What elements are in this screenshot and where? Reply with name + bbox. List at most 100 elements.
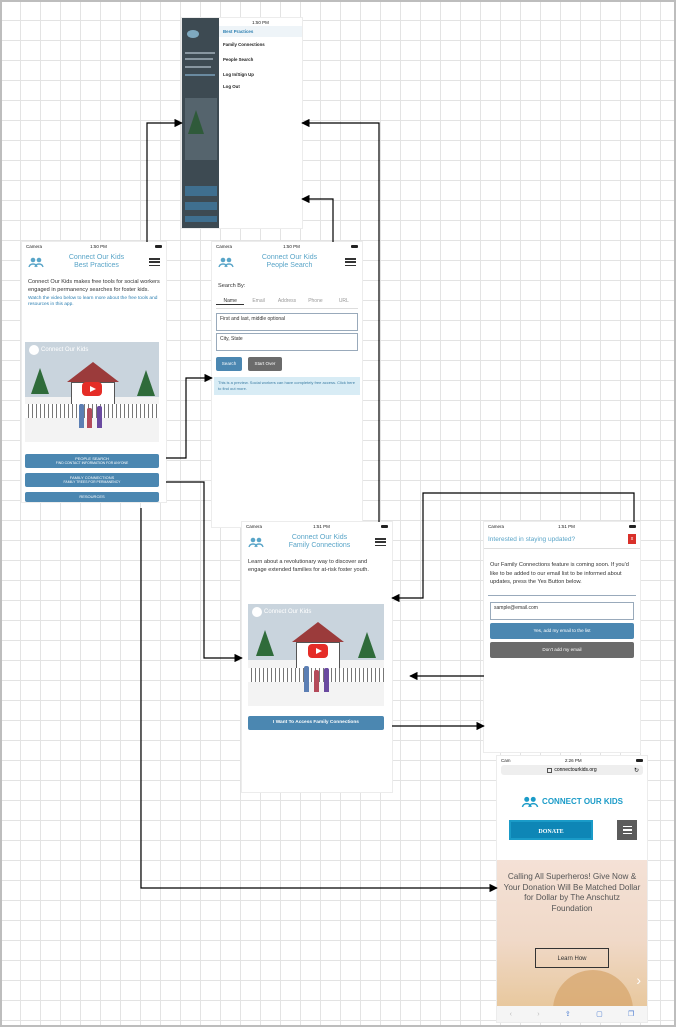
menu-item-family-connections[interactable]: Family Connections (219, 37, 302, 52)
modal-body: Our Family Connections feature is coming… (490, 562, 629, 585)
button-label: RESOURCES (79, 494, 105, 499)
access-family-connections-button[interactable]: I Want To Access Family Connections (248, 716, 384, 730)
status-carrier: Camera (488, 523, 505, 529)
hamburger-icon[interactable] (345, 258, 356, 266)
dont-add-email-button[interactable]: Don't add my email (490, 641, 634, 658)
menu-item-best-practices[interactable]: Best Practices (219, 26, 302, 37)
status-carrier: Camera (246, 523, 263, 529)
page-title: Connect Our Kids Family Connections (264, 534, 375, 550)
brand-row: CONNECT OUR KIDS (497, 795, 647, 808)
intro-text: Learn about a revolutionary way to disco… (248, 559, 369, 573)
modal-title: Interested in staying updated? (488, 535, 576, 543)
status-bar: 1:50 PM (219, 18, 302, 26)
tab-url[interactable]: URL (330, 298, 358, 305)
video-player[interactable]: Connect Our Kids (248, 604, 384, 706)
carousel-next-icon[interactable]: › (636, 972, 641, 988)
resources-button[interactable]: RESOURCES (25, 492, 159, 502)
status-time: 1:50 PM (90, 243, 107, 249)
menu-item-label: Log Out (223, 84, 240, 89)
menu-background-app (182, 18, 219, 228)
button-label: FAMILY CONNECTIONS (69, 475, 115, 480)
menu-item-login[interactable]: Log In/Sign Up (219, 67, 302, 82)
menu-screen: 1:50 PM Best Practices Family Connection… (182, 18, 302, 228)
city-input[interactable]: City, State (216, 333, 358, 351)
menu-item-logout[interactable]: Log Out (219, 82, 302, 91)
logo-icon (248, 536, 264, 548)
brand-logo-icon (521, 796, 539, 808)
modal-header: Interested in staying updated? x (484, 530, 640, 549)
button-label: PEOPLE SEARCH (75, 456, 109, 461)
play-icon[interactable] (82, 382, 102, 396)
title-line-1: Connect Our Kids (68, 254, 125, 261)
menu-item-label: People Search (223, 57, 254, 62)
browser-toolbar: ‹ › ⇪ ▢ ❐ (497, 1006, 647, 1022)
close-button[interactable]: x (628, 534, 636, 544)
battery-icon (629, 524, 636, 528)
browser-url-bar[interactable]: connectourkids.org ↻ (501, 765, 643, 775)
tabs-icon[interactable]: ❐ (628, 1010, 634, 1018)
tab-email[interactable]: Email (244, 298, 272, 305)
play-icon[interactable] (308, 644, 328, 658)
channel-icon (252, 607, 262, 617)
video-prompt: Watch the video below to learn more abou… (28, 296, 158, 307)
status-carrier: Camera (26, 243, 43, 249)
button-label: DONATE (538, 829, 564, 835)
arrow-people-search-button (166, 373, 213, 459)
battery-icon (155, 244, 162, 248)
lock-icon (547, 767, 553, 773)
menu-item-people-search[interactable]: People Search (219, 52, 302, 67)
people-search-button[interactable]: PEOPLE SEARCH FIND CONTACT INFORMATION F… (25, 454, 159, 468)
title-line-2: Family Connections (288, 542, 351, 549)
email-value: sample@email.com (494, 604, 538, 611)
url-text: connectourkids.org (554, 767, 597, 773)
button-label: I Want To Access Family Connections (273, 720, 359, 725)
battery-icon (381, 524, 388, 528)
button-label: Search (221, 361, 237, 366)
status-time: 1:51 PM (558, 523, 575, 529)
hero-banner: Calling All Superheros! Give Now & Your … (497, 860, 647, 1006)
status-bar: Camera 1:50 PM (212, 242, 362, 250)
tab-phone[interactable]: Phone (301, 298, 329, 305)
title-line-1: Connect Our Kids (261, 254, 318, 261)
status-bar: Camera 1:51 PM (484, 522, 640, 530)
yes-add-email-button[interactable]: Yes, add my email to the list (490, 622, 634, 639)
hamburger-icon[interactable] (375, 538, 386, 546)
status-carrier: Cam (501, 757, 511, 763)
arrow-people-search-to-menu (301, 194, 334, 242)
title-line-2: People Search (266, 262, 313, 269)
hamburger-icon[interactable] (149, 258, 160, 266)
back-icon[interactable]: ‹ (510, 1011, 512, 1018)
preview-notice[interactable]: This is a preview. Social workers can ha… (214, 377, 360, 395)
bookmarks-icon[interactable]: ▢ (596, 1010, 603, 1018)
menu-item-label: Best Practices (223, 29, 254, 34)
battery-icon (636, 758, 643, 762)
tab-address[interactable]: Address (273, 298, 301, 305)
reload-icon[interactable]: ↻ (634, 767, 639, 774)
button-label: Yes, add my email to the list (533, 627, 591, 633)
name-input[interactable]: First and last, middle optional (216, 313, 358, 331)
brand-name: CONNECT OUR KIDS (542, 797, 623, 806)
button-label: Don't add my email (542, 646, 582, 652)
menu-item-label: Family Connections (223, 42, 265, 47)
video-player[interactable]: Connect Our Kids (25, 342, 159, 442)
family-connections-button[interactable]: FAMILY CONNECTIONS FAMILY TREES FOR PERM… (25, 473, 159, 487)
hero-text: Calling All Superheros! Give Now & Your … (503, 872, 641, 913)
website-menu-button[interactable] (617, 820, 637, 840)
status-bar: Cam 2:26 PM (497, 756, 647, 764)
learn-how-button[interactable]: Learn How (535, 948, 609, 968)
website-nav-row: DONATE (509, 820, 637, 840)
forward-icon[interactable]: › (537, 1011, 539, 1018)
people-search-screen: Camera 1:50 PM Connect Our Kids People S… (212, 242, 362, 527)
button-label: Start Over (254, 361, 276, 366)
tab-name[interactable]: Name (216, 298, 245, 305)
share-icon[interactable]: ⇪ (565, 1010, 571, 1018)
logo-icon (218, 256, 234, 268)
start-over-button[interactable]: Start Over (248, 357, 282, 371)
app-header: Connect Our Kids Family Connections (242, 530, 392, 552)
app-header: Connect Our Kids People Search (212, 250, 362, 272)
email-field[interactable]: sample@email.com (490, 601, 634, 620)
donate-button[interactable]: DONATE (509, 820, 593, 840)
search-button[interactable]: Search (216, 357, 242, 371)
battery-icon (351, 244, 358, 248)
menu-item-label: Log In/Sign Up (223, 72, 254, 77)
